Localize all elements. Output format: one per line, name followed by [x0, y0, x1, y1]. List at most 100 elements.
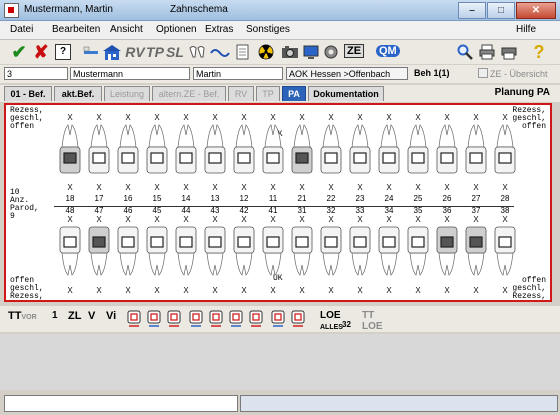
tooth-32-tool[interactable]: 32	[342, 320, 351, 329]
print-button[interactable]	[478, 43, 496, 61]
toothbrush-button[interactable]	[82, 43, 100, 61]
ze-uebersicht-label: ZE - Übersicht	[490, 69, 548, 79]
tooth-tool-icon-9[interactable]	[290, 309, 306, 329]
tooth-tool-icon-7[interactable]	[248, 309, 264, 329]
xray-button[interactable]	[256, 43, 276, 61]
wave-button[interactable]	[210, 43, 230, 61]
upper-tooth-23[interactable]	[348, 123, 372, 179]
sl-button[interactable]: SL	[166, 43, 184, 61]
vi-tool[interactable]: Vi	[106, 310, 116, 322]
upper-tooth-16[interactable]	[116, 123, 140, 179]
lower-tooth-34[interactable]	[377, 221, 401, 277]
tab-01-bef[interactable]: 01 - Bef.	[4, 86, 52, 101]
cancel-button[interactable]: ✘	[32, 42, 50, 62]
root-tool-1[interactable]: 1	[52, 310, 58, 321]
lower-tooth-46[interactable]	[116, 221, 140, 277]
zl-tool[interactable]: ZL	[68, 310, 81, 322]
minimize-button[interactable]: –	[458, 2, 486, 19]
ze-button[interactable]: ZE	[344, 43, 368, 59]
upper-tooth-12[interactable]	[232, 123, 256, 179]
lower-tooth-35[interactable]	[406, 221, 430, 277]
tab-pa[interactable]: PA	[282, 86, 306, 101]
clinic-button[interactable]	[102, 43, 122, 61]
monitor-button[interactable]	[302, 43, 320, 61]
camera-button[interactable]	[280, 43, 300, 61]
print-preview-button[interactable]	[500, 43, 518, 61]
loe-alles-tool[interactable]: LOE ALLES	[320, 310, 343, 332]
ze-uebersicht-checkbox[interactable]: ZE - Übersicht	[478, 68, 548, 79]
context-help-button[interactable]: ?	[54, 43, 72, 61]
upper-tooth-18[interactable]	[58, 123, 82, 179]
lower-mark-38: X	[502, 286, 508, 295]
upper-tooth-28[interactable]	[493, 123, 517, 179]
tab-rv[interactable]: RV	[228, 86, 254, 101]
upper-tooth-24[interactable]	[377, 123, 401, 179]
upper-tooth-21[interactable]	[290, 123, 314, 179]
lower-tooth-47[interactable]	[87, 221, 111, 277]
menu-bearbeiten[interactable]: Bearbeiten	[52, 24, 100, 35]
notes-button[interactable]	[234, 43, 252, 61]
tab-leistung[interactable]: Leistung	[104, 86, 150, 101]
rv-button[interactable]: RV	[125, 43, 144, 61]
menu-extras[interactable]: Extras	[205, 24, 233, 35]
tooth-tool-icon-3[interactable]	[166, 309, 182, 329]
upper-tooth-11[interactable]	[261, 123, 285, 179]
tt-loe-tool[interactable]: TT LOE	[362, 310, 383, 332]
lower-tooth-48[interactable]	[58, 221, 82, 277]
help-button[interactable]: ?	[530, 42, 548, 62]
lower-tooth-36[interactable]	[435, 221, 459, 277]
patient-firstname-field[interactable]: Martin	[193, 67, 283, 80]
lower-tooth-31[interactable]	[290, 221, 314, 277]
lower-tooth-44[interactable]	[174, 221, 198, 277]
upper-tooth-27[interactable]	[464, 123, 488, 179]
qm-button[interactable]: QM	[376, 43, 402, 59]
lower-tooth-number-43: 43	[210, 206, 220, 215]
search-button[interactable]	[456, 43, 474, 61]
lower-tooth-41[interactable]	[261, 221, 285, 277]
tooth-tool-icon-8[interactable]	[270, 309, 286, 329]
upper-tooth-17[interactable]	[87, 123, 111, 179]
maximize-button[interactable]: □	[487, 2, 515, 19]
teeth-button[interactable]	[188, 43, 208, 61]
ok-button[interactable]: ✔	[10, 42, 28, 62]
tooth-tool-icon-5[interactable]	[208, 309, 224, 329]
lower-tooth-43[interactable]	[203, 221, 227, 277]
lower-tooth-37[interactable]	[464, 221, 488, 277]
tooth-tool-icon-6[interactable]	[228, 309, 244, 329]
tab-tp[interactable]: TP	[256, 86, 280, 101]
patient-number-field[interactable]: 3	[4, 67, 68, 80]
lower-tooth-42[interactable]	[232, 221, 256, 277]
v-tool[interactable]: V	[88, 310, 95, 322]
menu-sonstiges[interactable]: Sonstiges	[246, 24, 290, 35]
upper-tooth-14[interactable]	[174, 123, 198, 179]
tp-button[interactable]: TP	[146, 43, 164, 61]
close-button[interactable]: ✕	[516, 2, 556, 19]
menu-datei[interactable]: Datei	[10, 24, 33, 35]
settings-button[interactable]	[322, 43, 340, 61]
upper-parod-mark-21: X	[299, 183, 305, 192]
tooth-tool-icon-4[interactable]	[188, 309, 204, 329]
upper-mark-16: X	[125, 113, 131, 122]
lower-tooth-33[interactable]	[348, 221, 372, 277]
tab-altern-ze-bef[interactable]: altern.ZE - Bef.	[152, 86, 226, 101]
title-bar: Mustermann, Martin Zahnschema – □ ✕	[0, 0, 560, 21]
lower-tooth-32[interactable]	[319, 221, 343, 277]
lower-tooth-45[interactable]	[145, 221, 169, 277]
lower-tooth-38[interactable]	[493, 221, 517, 277]
tab-akt-bef[interactable]: akt.Bef.	[54, 86, 102, 101]
menu-optionen[interactable]: Optionen	[156, 24, 197, 35]
upper-tooth-15[interactable]	[145, 123, 169, 179]
menu-hilfe[interactable]: Hilfe	[516, 24, 536, 35]
tt-tool[interactable]: TTVOR	[8, 310, 37, 322]
upper-tooth-26[interactable]	[435, 123, 459, 179]
tab-dokumentation[interactable]: Dokumentation	[308, 86, 384, 101]
tooth-tool-icon-1[interactable]	[126, 309, 142, 329]
upper-tooth-number-12: 12	[239, 194, 249, 203]
tooth-tool-icon-2[interactable]	[146, 309, 162, 329]
upper-tooth-25[interactable]	[406, 123, 430, 179]
patient-lastname-field[interactable]: Mustermann	[70, 67, 190, 80]
upper-tooth-13[interactable]	[203, 123, 227, 179]
menu-ansicht[interactable]: Ansicht	[110, 24, 143, 35]
dental-chart[interactable]: Rezess, geschl, offen Rezess, geschl, of…	[4, 103, 552, 302]
upper-tooth-22[interactable]	[319, 123, 343, 179]
